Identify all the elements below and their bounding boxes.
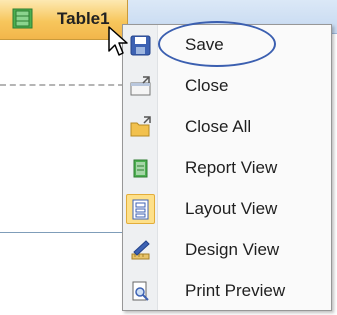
close-all-folder-icon [129,116,152,139]
close-window-icon [129,75,152,98]
menu-item-print-preview[interactable]: Print Preview [123,271,331,312]
report-view-icon [129,157,152,180]
menu-item-label: Layout View [185,199,278,218]
table-icon [12,8,33,29]
context-menu: Save Close Close All Report View Layout … [122,24,332,311]
menu-item-label: Close All [185,117,252,136]
document-tab-label: Table1 [57,9,110,28]
menu-item-label: Close [185,76,229,95]
design-view-icon [129,239,152,262]
datasheet-gridline [0,84,124,86]
menu-item-report-view[interactable]: Report View [123,148,331,189]
print-preview-icon [129,280,152,303]
annotation-ellipse [158,21,276,67]
save-disk-icon [129,34,152,57]
menu-item-label: Design View [185,240,280,259]
menu-item-layout-view[interactable]: Layout View [123,189,331,230]
datasheet-border [0,232,124,233]
menu-item-label: Report View [185,158,278,177]
menu-item-label: Print Preview [185,281,286,300]
mouse-pointer-icon [107,25,131,59]
menu-item-design-view[interactable]: Design View [123,230,331,271]
menu-item-close[interactable]: Close [123,66,331,107]
layout-view-icon [129,198,152,221]
menu-item-close-all[interactable]: Close All [123,107,331,148]
